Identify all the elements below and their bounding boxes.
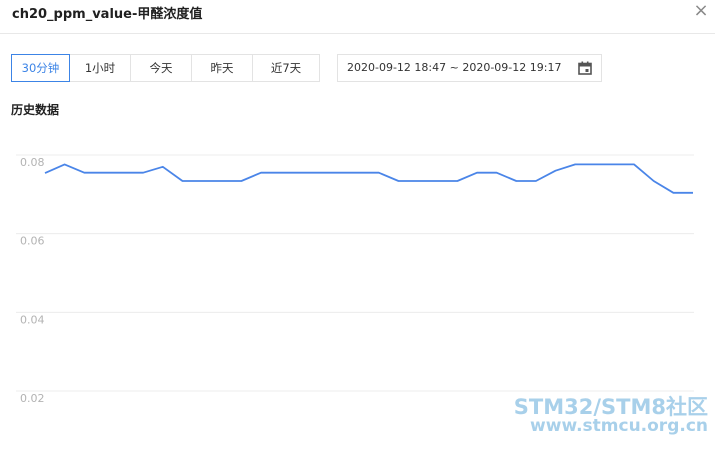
data-point bbox=[279, 171, 283, 175]
data-point bbox=[63, 162, 67, 166]
data-point bbox=[436, 179, 440, 183]
data-point bbox=[671, 191, 675, 195]
data-point bbox=[475, 171, 479, 175]
data-point bbox=[161, 165, 165, 169]
data-point bbox=[416, 179, 420, 183]
watermark-line-2: www.stmcu.org.cn bbox=[530, 416, 708, 437]
history-line-chart: 0.08 0.06 0.04 0.02 bbox=[16, 154, 695, 405]
data-point bbox=[122, 171, 126, 175]
data-point bbox=[534, 179, 538, 183]
data-point bbox=[200, 179, 204, 183]
data-point bbox=[554, 169, 558, 173]
data-point bbox=[298, 171, 302, 175]
data-point bbox=[573, 162, 577, 166]
data-point bbox=[377, 171, 381, 175]
data-point bbox=[691, 191, 695, 195]
y-tick-label: 0.04 bbox=[20, 313, 45, 326]
data-point bbox=[495, 171, 499, 175]
data-point bbox=[43, 171, 47, 175]
data-point bbox=[259, 171, 263, 175]
data-point bbox=[239, 179, 243, 183]
y-tick-label: 0.08 bbox=[20, 156, 45, 169]
history-data-dialog: ch20_ppm_value-甲醛浓度值 × 30分钟 1小时 今天 昨天 近7… bbox=[0, 0, 715, 456]
site-watermark: STM32/STM8社区 www.stmcu.org.cn bbox=[482, 396, 708, 436]
data-point bbox=[397, 179, 401, 183]
y-tick-label: 0.02 bbox=[20, 392, 45, 405]
data-point bbox=[593, 162, 597, 166]
data-point bbox=[613, 162, 617, 166]
data-point bbox=[220, 179, 224, 183]
data-point bbox=[82, 171, 86, 175]
data-point bbox=[181, 179, 185, 183]
data-point bbox=[102, 171, 106, 175]
series-line bbox=[44, 163, 693, 194]
data-point bbox=[357, 171, 361, 175]
y-tick-label: 0.06 bbox=[20, 235, 45, 248]
data-point bbox=[141, 171, 145, 175]
watermark-line-1: STM32/STM8社区 bbox=[513, 395, 708, 419]
data-point bbox=[514, 179, 518, 183]
data-point bbox=[455, 179, 459, 183]
data-point bbox=[652, 179, 656, 183]
data-point bbox=[338, 171, 342, 175]
data-point bbox=[632, 162, 636, 166]
tab-30-minutes[interactable]: 30分钟 bbox=[11, 54, 70, 82]
data-point bbox=[318, 171, 322, 175]
